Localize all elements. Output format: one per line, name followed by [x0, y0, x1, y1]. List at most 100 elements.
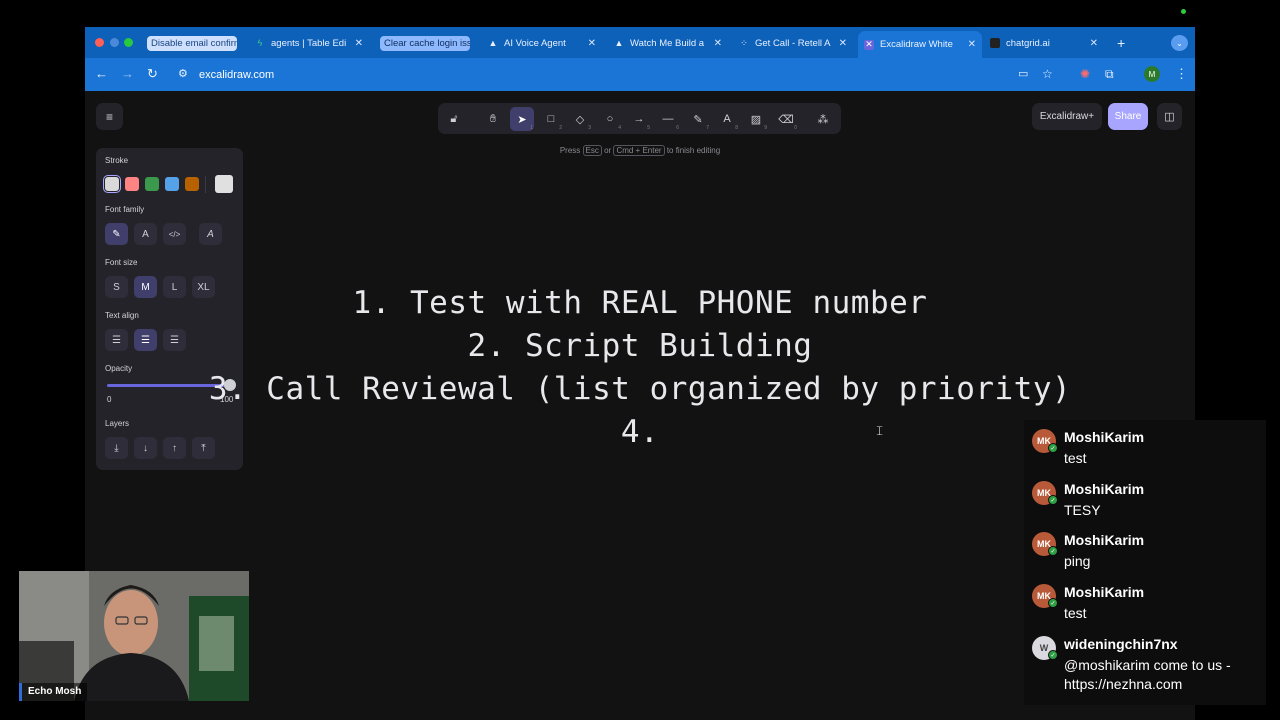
arrow-icon[interactable]: → 5 [627, 107, 651, 131]
hint-post: to finish editing [666, 146, 721, 155]
close-icon[interactable]: ✕ [588, 38, 596, 49]
tool-number: 8 [735, 125, 738, 131]
address-toolbar: ← → ↻ ⚙ excalidraw.com ▭ ☆ ✺ ⧉ M ⋮ [85, 58, 1195, 91]
tab-title: Disable email confirm [147, 35, 237, 51]
pencil-icon[interactable]: ✎ 7 [686, 107, 710, 132]
chat-username: MoshiKarim [1064, 481, 1145, 497]
reload-icon[interactable]: ↻ [147, 67, 158, 81]
extensions-puzzle-icon[interactable]: ⧉ [1105, 67, 1114, 81]
chat-username: MoshiKarim [1064, 429, 1145, 445]
tool-number: 9 [764, 125, 767, 131]
verified-badge-icon: ✓ [1048, 443, 1058, 453]
close-icon[interactable]: ✕ [968, 39, 976, 50]
excalidraw-plus-button[interactable]: Excalidraw+ [1032, 103, 1102, 130]
close-icon[interactable]: ✕ [355, 38, 363, 49]
tab-get-call-retell[interactable]: ⁘ Get Call - Retell A ✕ [733, 32, 853, 54]
chat-overlay: MK ✓ MoshiKarim test MK ✓ MoshiKarim TES… [1024, 420, 1266, 705]
font-size-label: Font size [105, 258, 138, 267]
font-normal-icon[interactable]: A [134, 223, 157, 245]
screen: Disable email confirm ϟ agents | Table E… [0, 0, 1280, 720]
line-icon[interactable]: —6 [656, 107, 680, 131]
tab-title: Clear cache login iss [380, 35, 470, 51]
close-window-button[interactable] [95, 38, 104, 47]
maximize-window-button[interactable] [124, 38, 133, 47]
stroke-swatch-gray[interactable] [103, 175, 121, 193]
tool-number: 4 [618, 125, 621, 131]
text-tool-icon[interactable]: A8 [715, 107, 739, 131]
excalidraw-icon: ✕ [864, 39, 874, 50]
hint-key-cmd-enter: Cmd + Enter [613, 145, 665, 156]
stroke-swatch-blue[interactable] [165, 177, 179, 191]
stroke-label: Stroke [105, 156, 129, 165]
font-code-icon[interactable]: </> [163, 223, 186, 245]
canvas-text-line-2[interactable]: 2. Script Building [85, 328, 1195, 364]
tab-clear-cache[interactable]: Clear cache login iss [374, 32, 476, 54]
url-text[interactable]: excalidraw.com [199, 68, 274, 82]
cast-icon[interactable]: ▭ [1018, 67, 1028, 81]
selection-arrow-icon[interactable]: ➤ 1 [510, 107, 534, 131]
minimize-window-button[interactable] [110, 38, 119, 47]
stroke-swatch-red[interactable] [125, 177, 139, 191]
share-button[interactable]: Share [1108, 103, 1148, 130]
close-icon[interactable]: ✕ [714, 38, 722, 49]
supabase-icon: ϟ [257, 38, 263, 48]
new-tab-button[interactable]: + [1111, 32, 1131, 54]
hint-key-esc: Esc [582, 145, 602, 156]
shape-toolbar: 🔓︎ ✋︎ ➤ 1 □ 2 ◇ 3 ○ 4 → 5 —6 ✎ 7 A8 ▨ 9 ⌫ 0 ⁂ [438, 103, 841, 134]
editing-hint: Press Esc or Cmd + Enter to finish editi… [85, 145, 1195, 156]
tab-search-chevron-down-icon[interactable]: ⌄ [1171, 35, 1188, 51]
more-tools-icon[interactable]: ⁂ [811, 107, 835, 131]
rectangle-icon[interactable]: □ 2 [539, 107, 563, 131]
hint-mid: or [604, 146, 612, 155]
tab-watch-me-build[interactable]: ▲ Watch Me Build a ✕ [608, 32, 728, 54]
profile-avatar[interactable]: M [1144, 66, 1160, 82]
forward-arrow-icon[interactable]: → [121, 67, 134, 81]
tool-number: 5 [647, 125, 650, 131]
image-icon[interactable]: ▨ 9 [744, 107, 768, 132]
close-icon[interactable]: ✕ [839, 38, 847, 49]
verified-badge-icon: ✓ [1048, 546, 1058, 556]
canvas-text-line-1[interactable]: 1. Test with REAL PHONE number [85, 285, 1195, 321]
verified-badge-icon: ✓ [1048, 495, 1058, 505]
hint-pre: Press [559, 146, 581, 155]
font-more-icon[interactable]: A [199, 223, 222, 245]
hand-icon[interactable]: ✋︎ [481, 107, 505, 131]
tool-number: 0 [794, 125, 797, 131]
more-menu-icon[interactable]: ⋮ [1175, 67, 1188, 81]
stroke-swatch-green[interactable] [145, 177, 159, 191]
extension-bug-icon[interactable]: ✺ [1080, 67, 1090, 81]
diamond-icon[interactable]: ◇ 3 [568, 107, 592, 132]
tab-disable-email[interactable]: Disable email confirm [141, 32, 243, 54]
back-arrow-icon[interactable]: ← [95, 67, 108, 81]
tab-chatgrid[interactable]: chatgrid.ai ✕ [984, 32, 1104, 54]
font-handdrawn-pencil-icon[interactable]: ✎ [105, 223, 128, 245]
chatgrid-icon [990, 38, 1000, 48]
current-stroke-swatch[interactable] [215, 175, 233, 193]
close-icon[interactable]: ✕ [1090, 38, 1098, 49]
eraser-icon[interactable]: ⌫ 0 [774, 107, 798, 132]
tab-bar: Disable email confirm ϟ agents | Table E… [85, 27, 1195, 58]
tab-title: AI Voice Agent [504, 37, 566, 49]
tab-ai-voice-agent[interactable]: ▲ AI Voice Agent ✕ [482, 32, 602, 54]
divider [205, 176, 206, 193]
site-info-icon[interactable]: ⚙ [178, 67, 188, 81]
sidebar-toggle-icon[interactable]: ◫ [1157, 103, 1182, 130]
verified-badge-icon: ✓ [1048, 650, 1058, 660]
canvas-text-line-3[interactable]: 3. Call Reviewal (list organized by prio… [85, 371, 1195, 407]
webcam-image [19, 571, 249, 701]
tab-title: agents | Table Edi [271, 37, 347, 49]
tool-number: 7 [706, 125, 709, 131]
chat-text: ping [1064, 553, 1091, 569]
hamburger-menu-icon[interactable]: ≡ [96, 103, 123, 130]
tab-title: Watch Me Build a [630, 37, 705, 49]
ellipse-icon[interactable]: ○ 4 [598, 107, 622, 131]
bookmark-star-icon[interactable]: ☆ [1042, 67, 1053, 81]
webcam-name-label: Echo Mosh [19, 683, 88, 701]
chat-username: wideningchin7nx [1064, 636, 1178, 652]
tab-title: Excalidraw White [880, 39, 953, 50]
stroke-swatch-orange[interactable] [185, 177, 199, 191]
tab-title: Get Call - Retell A [755, 37, 831, 49]
lock-icon[interactable]: 🔓︎ [442, 107, 466, 131]
tab-agents[interactable]: ϟ agents | Table Edi ✕ [249, 32, 369, 54]
tab-excalidraw[interactable]: ✕ Excalidraw White ✕ [858, 31, 982, 58]
